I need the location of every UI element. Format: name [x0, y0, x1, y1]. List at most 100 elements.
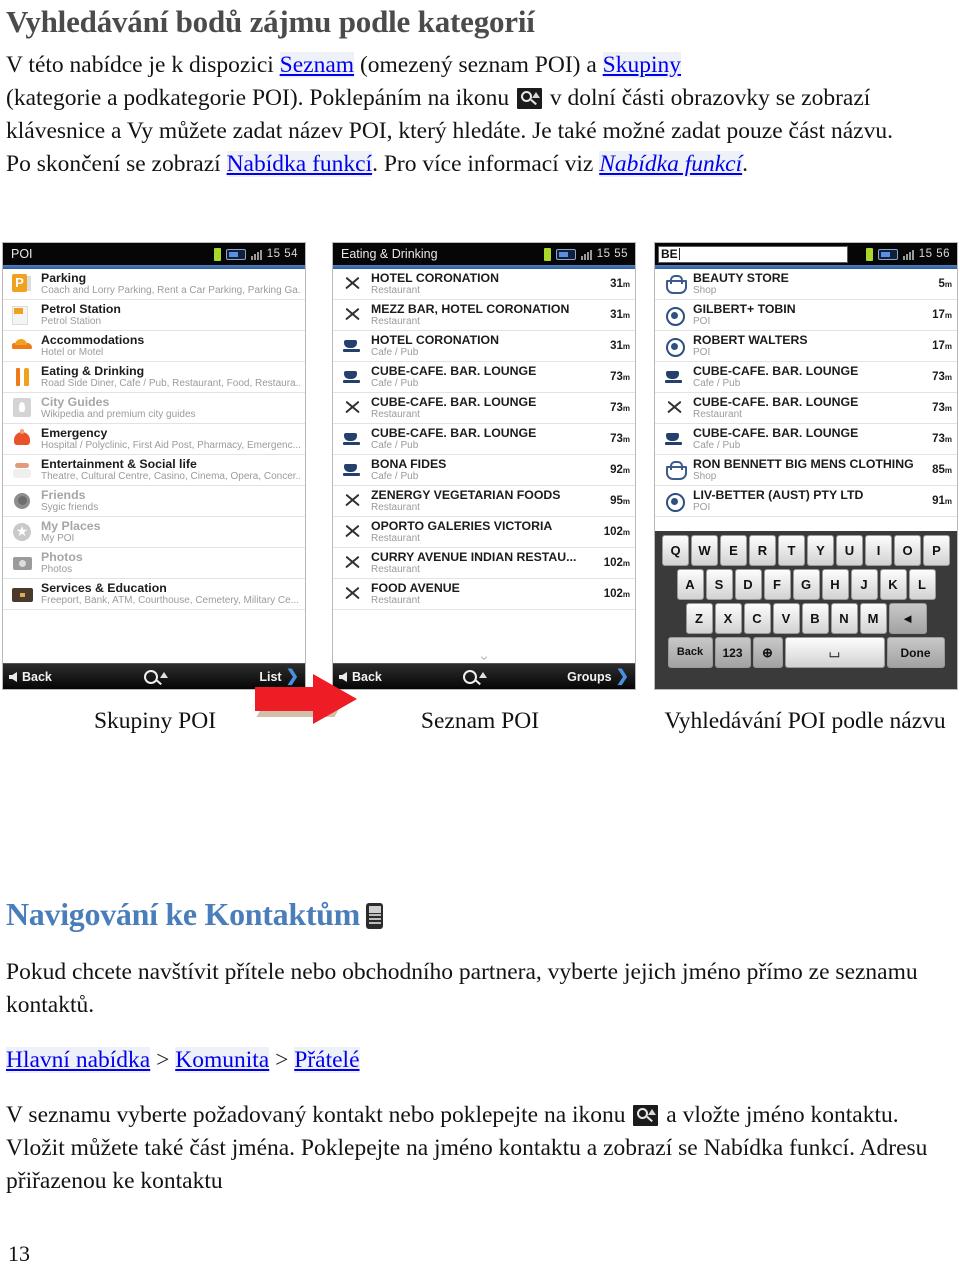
list-item[interactable]: My PlacesMy POI [3, 517, 305, 548]
key-d[interactable]: D [734, 569, 762, 600]
table-row[interactable]: CUBE-CAFE. BAR. LOUNGE Restaurant 73m [333, 393, 635, 424]
table-row[interactable]: ROBERT WALTERS POI 17m [655, 331, 957, 362]
list-item[interactable]: Photos Photos [3, 548, 305, 579]
poi-distance: 17m [932, 340, 952, 352]
key-l[interactable]: L [908, 569, 936, 600]
key-backspace[interactable]: ◄ [888, 603, 927, 634]
search-button[interactable] [382, 669, 567, 684]
poi-category: Restaurant [371, 564, 420, 575]
list-item[interactable]: City Guides Wikipedia and premium city gu… [3, 393, 305, 424]
key-space[interactable]: ⌴ [784, 637, 885, 668]
key-i[interactable]: I [865, 535, 892, 566]
fork-knife-icon [338, 271, 368, 297]
key-g[interactable]: G [792, 569, 820, 600]
table-row[interactable]: CUBE-CAFE. BAR. LOUNGE Cafe / Pub 73m [333, 362, 635, 393]
list-item[interactable]: Emergency Hospital / Polyclinic, First Ai… [3, 424, 305, 455]
basket-icon [660, 271, 690, 297]
link-skupiny[interactable]: Skupiny [602, 51, 682, 78]
poi-name: CURRY AVENUE INDIAN RESTAU... [371, 550, 577, 564]
link-seznam[interactable]: Seznam [279, 51, 355, 78]
key-x[interactable]: X [714, 603, 742, 634]
intro-text-1: V této nabídce je k dispozici [6, 51, 280, 78]
key-q[interactable]: Q [662, 535, 689, 566]
table-row[interactable]: CURRY AVENUE INDIAN RESTAU... Restaurant 1… [333, 548, 635, 579]
key-n[interactable]: N [830, 603, 858, 634]
poi-distance: 5m [938, 278, 952, 290]
poi-category: Restaurant [371, 316, 420, 327]
list-item[interactable]: ParkingCoach and Lorry Parking, Rent a C… [3, 269, 305, 300]
table-row[interactable]: BONA FIDES Cafe / Pub 92m [333, 455, 635, 486]
friends-icon [8, 488, 38, 514]
on-screen-keyboard[interactable]: Q W E R T Y U I O P A S D F G H J K L Z X C V B N M ◄ Back 123 ⊕ ⌴ Done [655, 531, 957, 689]
poi-distance: 102m [603, 526, 630, 538]
link-nabidka-funkci[interactable]: Nabídka funkcí [226, 150, 373, 177]
list-item-title: Emergency [41, 426, 108, 440]
breadcrumb-item-community[interactable]: Komunita [175, 1047, 270, 1073]
table-row[interactable]: BEAUTY STORE Shop 5m [655, 269, 957, 300]
list-item[interactable]: Friends Sygic friends [3, 486, 305, 517]
table-row[interactable]: HOTEL CORONATION Restaurant 31m [333, 269, 635, 300]
poi-distance: 85m [932, 464, 952, 476]
key-t[interactable]: T [778, 535, 805, 566]
key-w[interactable]: W [691, 535, 718, 566]
poi-search-result-list[interactable]: BEAUTY STORE Shop 5m GILBERT+ TOBIN POI 17m RO… [655, 269, 957, 517]
poi-category: Cafe / Pub [371, 471, 419, 482]
key-r[interactable]: R [749, 535, 776, 566]
key-m[interactable]: M [859, 603, 887, 634]
globe-icon[interactable]: ⊕ [752, 637, 783, 668]
status-bar: Eating & Drinking 15 55 [333, 243, 635, 265]
table-row[interactable]: MEZZ BAR, HOTEL CORONATION Restaurant 31m [333, 300, 635, 331]
link-nabidka-funkci-italic[interactable]: Nabídka funkcí [599, 150, 743, 177]
key-p[interactable]: P [923, 535, 950, 566]
key-done[interactable]: Done [886, 637, 945, 668]
table-row[interactable]: CUBE-CAFE. BAR. LOUNGE Restaurant 73m [655, 393, 957, 424]
search-button[interactable] [52, 669, 259, 684]
poi-result-list[interactable]: HOTEL CORONATION Restaurant 31m MEZZ BAR, H… [333, 269, 635, 610]
table-row[interactable]: OPORTO GALERIES VICTORIA Restaurant 102m [333, 517, 635, 548]
key-z[interactable]: Z [685, 603, 713, 634]
table-row[interactable]: LIV-BETTER (AUST) PTY LTD POI 91m [655, 486, 957, 517]
key-back[interactable]: Back [667, 637, 713, 668]
table-row[interactable]: CUBE-CAFE. BAR. LOUNGE Cafe / Pub 73m [655, 424, 957, 455]
list-item[interactable]: Services & Education Freeport, Bank, ATM,… [3, 579, 305, 610]
list-item[interactable]: Petrol Station Petrol Station [3, 300, 305, 331]
back-button[interactable]: Back [9, 670, 52, 684]
list-item-title: Eating & Drinking [41, 364, 145, 378]
table-row[interactable]: GILBERT+ TOBIN POI 17m [655, 300, 957, 331]
key-u[interactable]: U [836, 535, 863, 566]
poi-distance: 31m [610, 278, 630, 290]
poi-group-list[interactable]: ParkingCoach and Lorry Parking, Rent a C… [3, 269, 305, 610]
usb-icon [213, 247, 221, 261]
key-f[interactable]: F [763, 569, 791, 600]
breadcrumb-item-main-menu[interactable]: Hlavní nabídka [6, 1047, 151, 1073]
key-y[interactable]: Y [807, 535, 834, 566]
poi-distance: 95m [610, 495, 630, 507]
table-row[interactable]: CUBE-CAFE. BAR. LOUNGE Cafe / Pub 73m [655, 362, 957, 393]
poi-name: FOOD AVENUE [371, 581, 460, 595]
key-o[interactable]: O [894, 535, 921, 566]
key-k[interactable]: K [879, 569, 907, 600]
key-e[interactable]: E [720, 535, 747, 566]
table-row[interactable]: ZENERGY VEGETARIAN FOODS Restaurant 95m [333, 486, 635, 517]
key-s[interactable]: S [705, 569, 733, 600]
key-c[interactable]: C [743, 603, 771, 634]
intro-text-2: (omezený seznam POI) a [354, 51, 603, 78]
key-v[interactable]: V [772, 603, 800, 634]
list-item[interactable]: Accommodations Hotel or Motel [3, 331, 305, 362]
key-b[interactable]: B [801, 603, 829, 634]
groups-button[interactable]: Groups ❯ [567, 668, 629, 684]
key-a[interactable]: A [676, 569, 704, 600]
breadcrumb-item-friends[interactable]: Přátelé [294, 1047, 360, 1073]
poi-name: MEZZ BAR, HOTEL CORONATION [371, 302, 570, 316]
table-row[interactable]: HOTEL CORONATION Cafe / Pub 31m [333, 331, 635, 362]
key-j[interactable]: J [850, 569, 878, 600]
list-item[interactable]: Entertainment & Social life Theatre, Cult… [3, 455, 305, 486]
list-item[interactable]: Eating & Drinking Road Side Diner, Cafe /… [3, 362, 305, 393]
key-h[interactable]: H [821, 569, 849, 600]
search-input[interactable]: BE [658, 245, 848, 263]
key-numeric[interactable]: 123 [714, 637, 751, 668]
table-row[interactable]: RON BENNETT BIG MENS CLOTHING Shop 85m [655, 455, 957, 486]
table-row[interactable]: CUBE-CAFE. BAR. LOUNGE Cafe / Pub 73m [333, 424, 635, 455]
table-row[interactable]: FOOD AVENUE Restaurant 102m [333, 579, 635, 610]
search-icon [633, 1105, 659, 1126]
